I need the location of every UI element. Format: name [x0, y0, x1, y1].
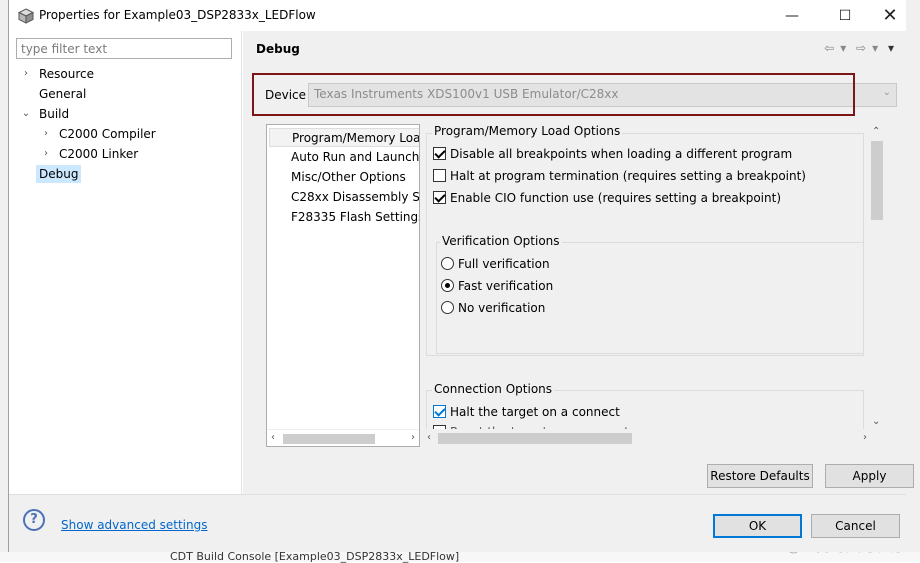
checkbox[interactable]: [433, 169, 446, 182]
radio-button[interactable]: [441, 279, 454, 292]
close-button[interactable]: ✕: [867, 0, 913, 31]
options-horizontal-scrollbar[interactable]: ‹ ›: [426, 429, 868, 447]
option-disable-breakpoints[interactable]: Disable all breakpoints when loading a d…: [433, 146, 792, 162]
option-no-verification[interactable]: No verification: [441, 300, 545, 316]
debug-properties-page: Debug ⇦ ▾ ⇨ ▾ ▾ Device Texas Instruments X…: [243, 31, 914, 494]
debug-options-panel: Program/Memory Load Options Disable all …: [426, 124, 880, 447]
tree-item-build[interactable]: Build: [39, 105, 69, 123]
tree-item-c2000-linker[interactable]: C2000 Linker: [59, 145, 138, 163]
option-halt-on-connect[interactable]: Halt the target on a connect: [433, 404, 620, 420]
scrollbar-thumb[interactable]: [871, 141, 883, 220]
tree-item-general[interactable]: General: [39, 85, 86, 103]
back-arrow-icon[interactable]: ⇦: [824, 41, 834, 55]
list-horizontal-scrollbar[interactable]: ‹ ›: [267, 429, 419, 446]
apply-button[interactable]: Apply: [825, 464, 914, 488]
scroll-right-icon[interactable]: ›: [863, 432, 867, 443]
help-icon[interactable]: ?: [23, 509, 45, 531]
properties-dialog: Properties for Example03_DSP2833x_LEDFlo…: [8, 0, 914, 552]
forward-arrow-icon[interactable]: ⇨: [856, 41, 866, 55]
page-header: Debug ⇦ ▾ ⇨ ▾ ▾: [243, 31, 906, 68]
tab-f28335-flash-settings[interactable]: F28335 Flash Settings: [269, 208, 419, 227]
debug-category-list: Program/Memory Load Auto Run and Launch …: [266, 124, 420, 447]
option-halt-termination[interactable]: Halt at program termination (requires se…: [433, 168, 806, 184]
cancel-button[interactable]: Cancel: [811, 514, 900, 538]
page-title: Debug: [256, 42, 300, 56]
chevron-down-icon: ⌄: [882, 87, 891, 98]
connection-group-title: Connection Options: [432, 382, 555, 396]
tab-auto-run-launch[interactable]: Auto Run and Launch: [269, 148, 419, 167]
minimize-button[interactable]: —: [769, 0, 815, 31]
tree-item-debug[interactable]: Debug: [36, 165, 82, 183]
program-memory-group-title: Program/Memory Load Options: [432, 124, 623, 138]
scroll-up-icon[interactable]: ⌃: [872, 126, 880, 137]
app-cube-icon: [18, 8, 34, 24]
option-fast-verification[interactable]: Fast verification: [441, 278, 553, 294]
tab-misc-other-options[interactable]: Misc/Other Options: [269, 168, 419, 187]
radio-button[interactable]: [441, 257, 454, 270]
title-bar: Properties for Example03_DSP2833x_LEDFlo…: [9, 0, 906, 31]
background-window-left: [0, 0, 8, 562]
dialog-footer: ? Show advanced settings OK Cancel: [9, 494, 906, 552]
tab-c28xx-disassembly-style[interactable]: C28xx Disassembly Style: [269, 188, 419, 207]
chevron-down-icon[interactable]: ⌄: [21, 105, 31, 123]
show-advanced-settings-link[interactable]: Show advanced settings: [61, 518, 208, 532]
filter-input[interactable]: [16, 38, 232, 59]
chevron-right-icon[interactable]: ›: [41, 125, 51, 143]
radio-button[interactable]: [441, 301, 454, 314]
option-full-verification[interactable]: Full verification: [441, 256, 550, 272]
navigation-toolbar: ⇦ ▾ ⇨ ▾ ▾: [818, 41, 894, 55]
restore-defaults-button[interactable]: Restore Defaults: [707, 464, 813, 488]
scroll-left-icon[interactable]: ‹: [427, 432, 431, 443]
maximize-button[interactable]: ☐: [822, 0, 868, 31]
scroll-right-icon[interactable]: ›: [411, 432, 415, 443]
property-tree-pane: › Resource General ⌄ Build › C2000 Compi…: [9, 31, 242, 494]
view-menu-icon[interactable]: ▾: [888, 41, 894, 55]
annotation-highlight-box: [252, 73, 855, 116]
chevron-right-icon[interactable]: ›: [41, 145, 51, 163]
ok-button[interactable]: OK: [713, 514, 802, 538]
checkbox[interactable]: [433, 191, 446, 204]
scroll-left-icon[interactable]: ‹: [271, 432, 275, 443]
window-title: Properties for Example03_DSP2833x_LEDFlo…: [39, 8, 316, 22]
checkbox[interactable]: [433, 147, 446, 160]
option-enable-cio[interactable]: Enable CIO function use (requires settin…: [433, 190, 781, 206]
tree-item-resource[interactable]: Resource: [39, 65, 94, 83]
options-vertical-scrollbar[interactable]: ⌃ ⌄: [868, 124, 885, 429]
verification-group-title: Verification Options: [440, 234, 562, 248]
scroll-down-icon[interactable]: ⌄: [872, 416, 880, 427]
tab-program-memory-load[interactable]: Program/Memory Load: [269, 128, 419, 147]
chevron-right-icon[interactable]: ›: [21, 65, 31, 83]
tree-item-c2000-compiler[interactable]: C2000 Compiler: [59, 125, 156, 143]
dropdown-arrow-icon[interactable]: ▾: [872, 41, 878, 55]
checkbox[interactable]: [433, 405, 446, 418]
dropdown-arrow-icon[interactable]: ▾: [840, 41, 846, 55]
scrollbar-thumb[interactable]: [283, 434, 375, 444]
scrollbar-thumb[interactable]: [438, 433, 632, 444]
